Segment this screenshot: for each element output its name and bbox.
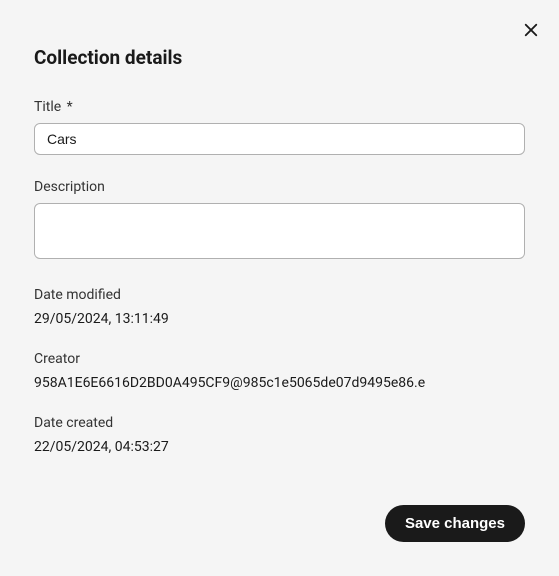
save-button[interactable]: Save changes xyxy=(385,505,525,542)
date-modified-label: Date modified xyxy=(34,287,525,303)
title-label: Title * xyxy=(34,99,525,115)
date-modified-group: Date modified 29/05/2024, 13:11:49 xyxy=(34,287,525,327)
date-created-value: 22/05/2024, 04:53:27 xyxy=(34,439,525,455)
dialog-heading: Collection details xyxy=(34,46,525,69)
required-asterisk: * xyxy=(67,99,73,115)
title-label-text: Title xyxy=(34,99,61,115)
date-created-label: Date created xyxy=(34,415,525,431)
creator-value: 958A1E6E6616D2BD0A495CF9@985c1e5065de07d… xyxy=(34,375,525,391)
title-field-group: Title * xyxy=(34,99,525,155)
description-input[interactable] xyxy=(34,203,525,259)
date-modified-value: 29/05/2024, 13:11:49 xyxy=(34,311,525,327)
description-label: Description xyxy=(34,179,525,195)
creator-group: Creator 958A1E6E6616D2BD0A495CF9@985c1e5… xyxy=(34,351,525,391)
date-created-group: Date created 22/05/2024, 04:53:27 xyxy=(34,415,525,455)
close-icon xyxy=(522,21,540,39)
title-input[interactable] xyxy=(34,123,525,155)
dialog-footer: Save changes xyxy=(385,505,525,542)
close-button[interactable] xyxy=(519,18,543,42)
creator-label: Creator xyxy=(34,351,525,367)
description-field-group: Description xyxy=(34,179,525,263)
